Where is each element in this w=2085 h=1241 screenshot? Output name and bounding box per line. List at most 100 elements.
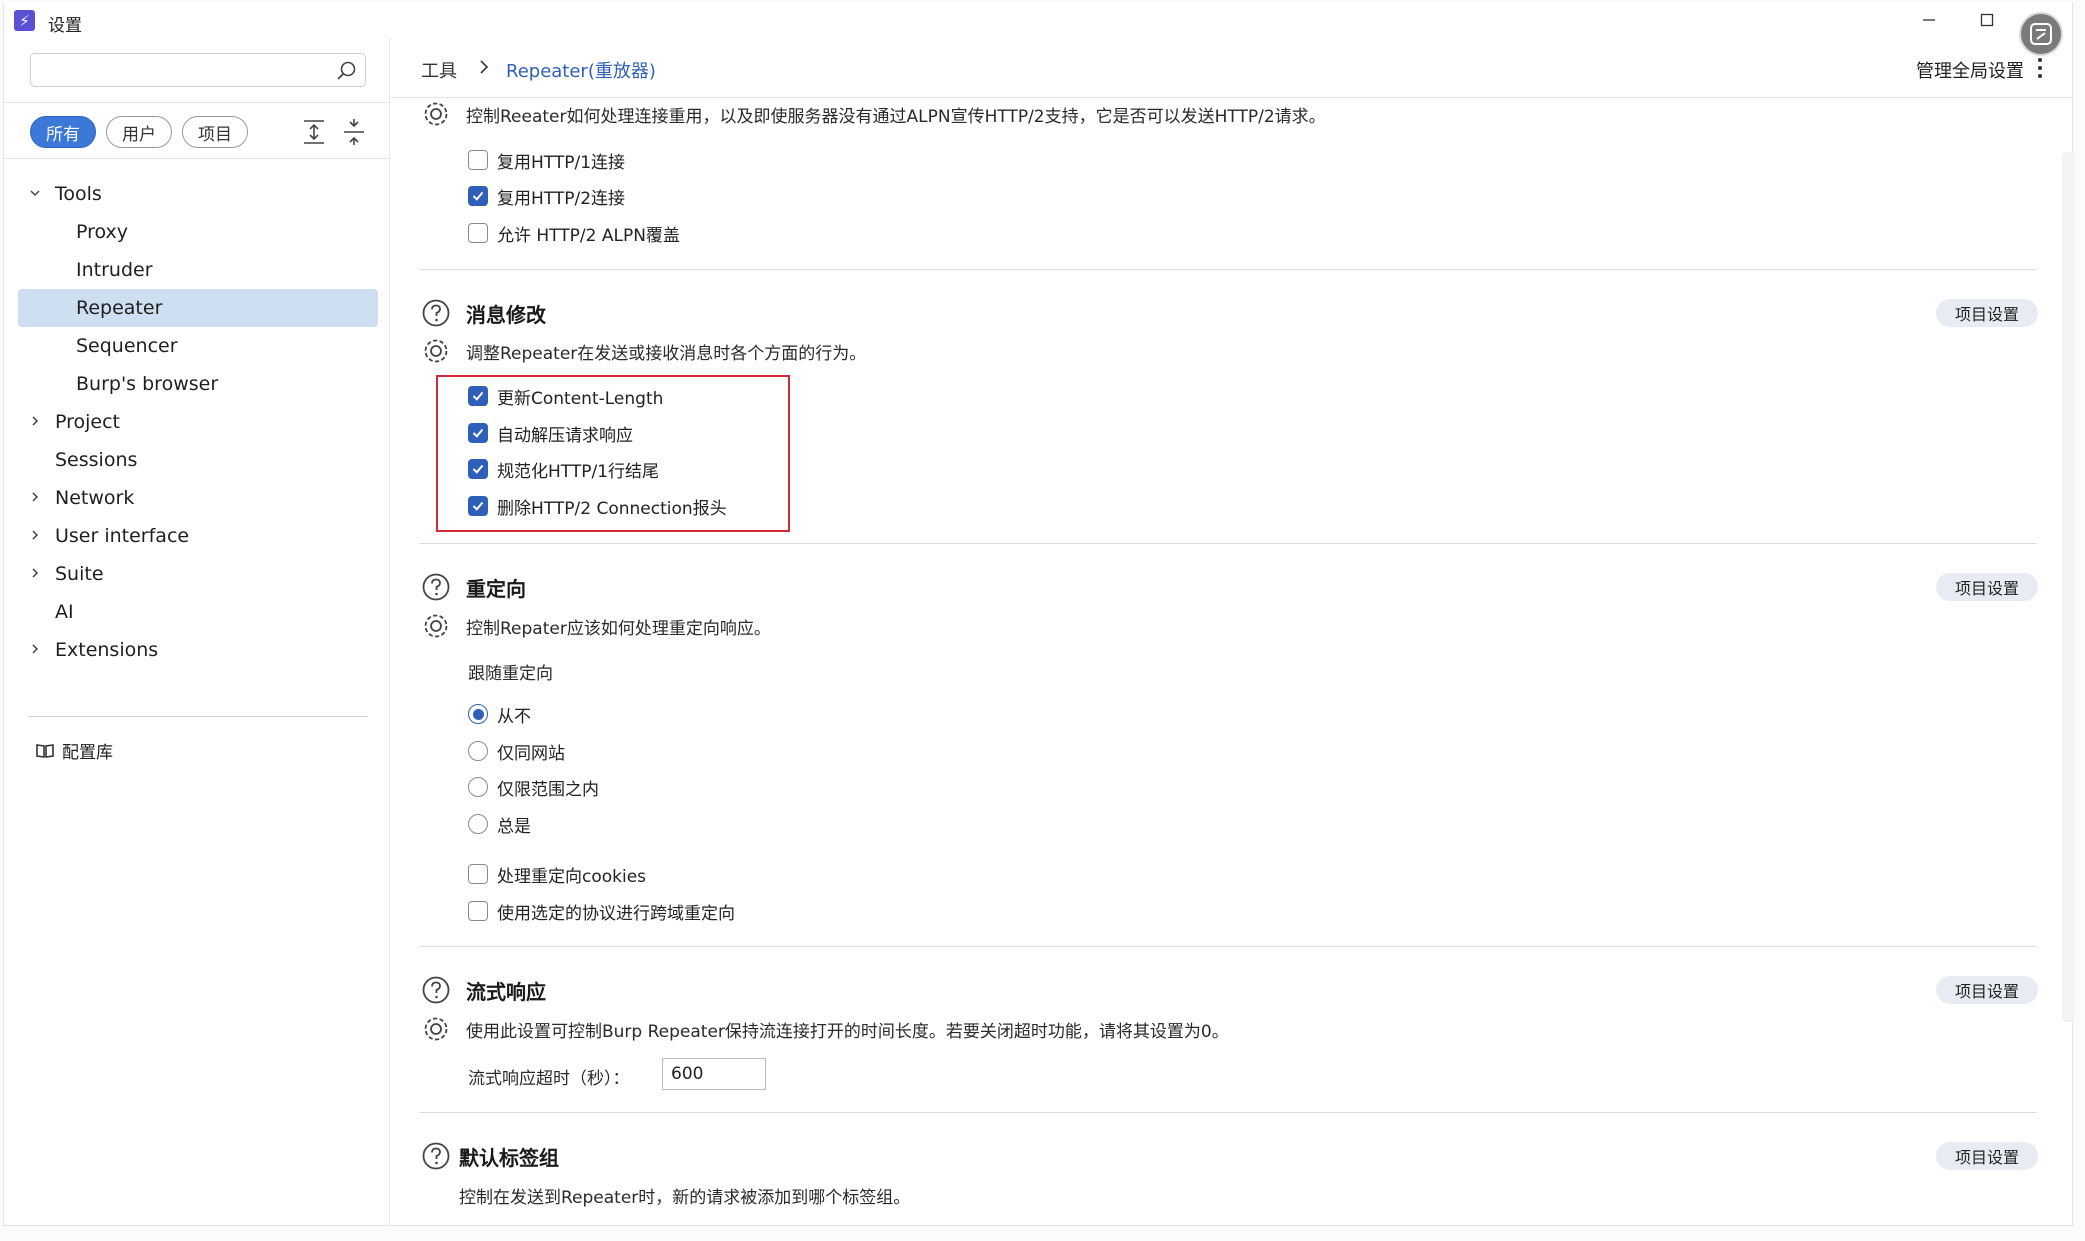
checkbox[interactable] xyxy=(468,186,488,206)
settings-content: 控制Reeater如何处理连接重用，以及即使服务器没有通过ALPN宣传HTTP/… xyxy=(391,99,2056,1226)
streaming-timeout-label: 流式响应超时（秒）： xyxy=(468,1069,630,1089)
default-tab-group-description: 控制在发送到Repeater时，新的请求被添加到哪个标签组。 xyxy=(459,1188,911,1208)
chevron-right-icon[interactable] xyxy=(28,490,42,504)
follow-redirects-label: 跟随重定向 xyxy=(468,664,553,684)
filter-user-button[interactable]: 用户 xyxy=(106,116,172,148)
strip-http2-connection-header-checkbox[interactable]: 删除HTTP/2 Connection报头 xyxy=(468,493,727,519)
expand-all-icon[interactable] xyxy=(301,118,327,146)
streaming-timeout-input[interactable] xyxy=(662,1058,766,1090)
tree-item-label: Sessions xyxy=(55,449,138,471)
project-settings-button[interactable]: 项目设置 xyxy=(1936,976,2038,1004)
search-input[interactable] xyxy=(39,54,329,84)
redirect-in-scope-radio[interactable]: 仅限范围之内 xyxy=(468,774,599,800)
checkbox[interactable] xyxy=(468,150,488,170)
section-title: 默认标签组 xyxy=(459,1146,559,1170)
maximize-button[interactable] xyxy=(1967,6,2007,34)
minimize-button[interactable] xyxy=(1909,6,1949,34)
radio[interactable] xyxy=(468,814,488,834)
tree-item-network[interactable]: Network xyxy=(18,479,378,517)
update-content-length-checkbox[interactable]: 更新Content-Length xyxy=(468,383,663,409)
tree-item-repeater[interactable]: Repeater xyxy=(18,289,378,327)
option-label: 允许 HTTP/2 ALPN覆盖 xyxy=(497,225,680,246)
settings-header: 工具 Repeater(重放器) 管理全局设置 xyxy=(391,38,2074,98)
checkbox[interactable] xyxy=(468,386,488,406)
breadcrumb-tools[interactable]: 工具 xyxy=(421,57,457,83)
project-settings-button[interactable]: 项目设置 xyxy=(1936,299,2038,327)
project-settings-button[interactable]: 项目设置 xyxy=(1936,1142,2038,1170)
chevron-down-icon[interactable] xyxy=(28,186,42,200)
radio[interactable] xyxy=(468,741,488,761)
search-icon[interactable] xyxy=(335,60,357,82)
tree-item-label: Extensions xyxy=(55,639,159,661)
gear-icon[interactable] xyxy=(421,336,451,366)
checkbox[interactable] xyxy=(468,864,488,884)
vertical-scrollbar[interactable] xyxy=(2062,152,2074,1022)
tree-item-project[interactable]: Project xyxy=(18,403,378,441)
divider xyxy=(4,102,390,103)
option-label: 更新Content-Length xyxy=(497,388,664,409)
title-bar: ⚡ 设置 xyxy=(4,2,2074,56)
cross-domain-redirect-checkbox[interactable]: 使用选定的协议进行跨域重定向 xyxy=(468,898,735,924)
tree-item-sequencer[interactable]: Sequencer xyxy=(18,327,378,365)
tree-item-intruder[interactable]: Intruder xyxy=(18,251,378,289)
tree-item-label: Sequencer xyxy=(76,335,178,357)
checkbox[interactable] xyxy=(468,496,488,516)
checkmark-icon xyxy=(472,464,484,474)
tree-item-suite[interactable]: Suite xyxy=(18,555,378,593)
chevron-right-icon[interactable] xyxy=(28,566,42,580)
checkbox[interactable] xyxy=(468,459,488,479)
help-icon[interactable] xyxy=(421,975,451,1005)
redirect-never-radio[interactable]: 从不 xyxy=(468,701,531,727)
tree-item-proxy[interactable]: Proxy xyxy=(18,213,378,251)
radio[interactable] xyxy=(468,777,488,797)
chevron-right-icon[interactable] xyxy=(28,528,42,542)
redirect-always-radio[interactable]: 总是 xyxy=(468,811,531,837)
chevron-right-icon[interactable] xyxy=(28,414,42,428)
process-redirect-cookies-checkbox[interactable]: 处理重定向cookies xyxy=(468,861,646,887)
option-label: 复用HTTP/2连接 xyxy=(497,188,626,209)
normalize-http1-line-endings-checkbox[interactable]: 规范化HTTP/1行结尾 xyxy=(468,456,659,482)
help-icon[interactable] xyxy=(421,1141,451,1171)
filter-project-button[interactable]: 项目 xyxy=(182,116,248,148)
tree-item-extensions[interactable]: Extensions xyxy=(18,631,378,669)
config-library-label: 配置库 xyxy=(62,743,113,763)
project-settings-button[interactable]: 项目设置 xyxy=(1936,573,2038,601)
more-vertical-icon[interactable] xyxy=(2036,56,2044,80)
tree-item-sessions[interactable]: Sessions xyxy=(18,441,378,479)
chevron-right-icon[interactable] xyxy=(28,642,42,656)
gear-icon[interactable] xyxy=(421,611,451,641)
tree-item-burps-browser[interactable]: Burp's browser xyxy=(18,365,378,403)
checkmark-icon xyxy=(472,501,484,511)
gear-icon[interactable] xyxy=(421,1014,451,1044)
checkbox[interactable] xyxy=(468,423,488,443)
help-icon[interactable] xyxy=(421,572,451,602)
manage-global-settings-link[interactable]: 管理全局设置 xyxy=(1916,57,2024,83)
reuse-http2-checkbox[interactable]: 复用HTTP/2连接 xyxy=(468,183,625,209)
option-label: 仅限范围之内 xyxy=(497,779,599,800)
tree-item-label: Network xyxy=(55,487,135,509)
redirect-on-site-radio[interactable]: 仅同网站 xyxy=(468,738,565,764)
tree-item-ai[interactable]: AI xyxy=(18,593,378,631)
gear-icon xyxy=(424,102,448,126)
streaming-description: 使用此设置可控制Burp Repeater保持流连接打开的时间长度。若要关闭超时… xyxy=(466,1022,1229,1042)
tree-item-user-interface[interactable]: User interface xyxy=(18,517,378,555)
radio[interactable] xyxy=(468,704,488,724)
checkbox[interactable] xyxy=(468,901,488,921)
reuse-http1-checkbox[interactable]: 复用HTTP/1连接 xyxy=(468,147,625,173)
auto-decompress-checkbox[interactable]: 自动解压请求响应 xyxy=(468,420,633,446)
allow-http2-alpn-override-checkbox[interactable]: 允许 HTTP/2 ALPN覆盖 xyxy=(468,220,680,246)
search-field[interactable] xyxy=(30,53,366,87)
help-icon[interactable] xyxy=(421,298,451,328)
collapse-all-icon[interactable] xyxy=(341,118,367,146)
tree-item-tools[interactable]: Tools xyxy=(18,175,378,213)
divider xyxy=(28,716,368,717)
tree-item-label: Burp's browser xyxy=(76,373,219,395)
checkmark-icon xyxy=(472,391,484,401)
divider xyxy=(4,158,390,159)
tree-item-label: Project xyxy=(55,411,121,433)
filter-all-button[interactable]: 所有 xyxy=(30,116,96,148)
checkbox[interactable] xyxy=(468,223,488,243)
config-library-link[interactable]: 配置库 xyxy=(36,738,113,763)
book-icon xyxy=(36,743,54,758)
maximize-icon xyxy=(1980,13,1994,27)
